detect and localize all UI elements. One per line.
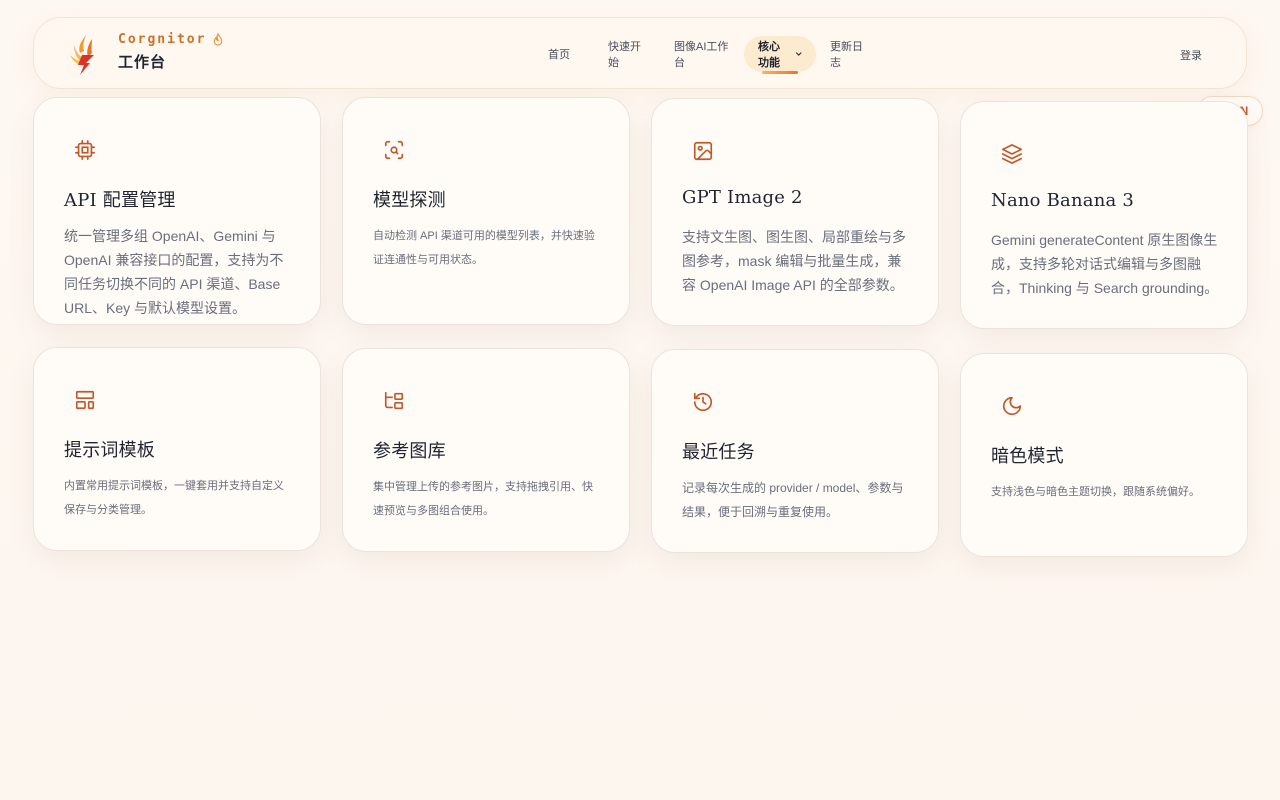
cpu-icon — [74, 139, 96, 161]
folder-tree-icon — [383, 390, 405, 412]
nav-item-home[interactable]: 首页 — [524, 36, 594, 72]
card-title: 最近任务 — [682, 442, 755, 463]
card-description: 支持浅色与暗色主题切换，跟随系统偏好。 — [991, 486, 1200, 498]
card-description: 记录每次生成的 provider / model、参数与结果，便于回溯与重复使用… — [682, 481, 904, 519]
card-description: 支持文生图、图生图、局部重绘与多图参考，mask 编辑与批量生成，兼容 Open… — [682, 229, 906, 293]
login-link[interactable]: 登录 — [1180, 47, 1202, 63]
card-description: 自动检测 API 渠道可用的模型列表，并快速验证连通性与可用状态。 — [373, 230, 595, 266]
card-title: API 配置管理 — [64, 190, 176, 211]
nav-item-features[interactable]: 核心功能 — [744, 36, 816, 74]
top-navbar: Corgnitor 工作台 首页 快速开始 图像AI工作台 核心功能 更新日志 … — [33, 17, 1247, 89]
brand-name: Corgnitor — [118, 32, 207, 47]
main-nav: 首页 快速开始 图像AI工作台 核心功能 更新日志 — [524, 36, 882, 74]
feature-card-model-probe[interactable]: 模型探测 自动检测 API 渠道可用的模型列表，并快速验证连通性与可用状态。 — [342, 97, 630, 325]
card-title: 参考图库 — [373, 441, 446, 462]
card-description: 内置常用提示词模板，一键套用并支持自定义保存与分类管理。 — [64, 480, 284, 516]
logo-flame-icon[interactable] — [68, 33, 96, 75]
feature-card-api-config[interactable]: API 配置管理 统一管理多组 OpenAI、Gemini 与 OpenAI 兼… — [33, 97, 321, 325]
feature-card-recent-tasks[interactable]: 最近任务 记录每次生成的 provider / model、参数与结果，便于回溯… — [651, 349, 939, 553]
layers-icon — [1001, 143, 1023, 165]
feature-card-reference-gallery[interactable]: 参考图库 集中管理上传的参考图片，支持拖拽引用、快速预览与多图组合使用。 — [342, 348, 630, 552]
history-icon — [692, 391, 714, 413]
card-title: 模型探测 — [373, 190, 446, 211]
moon-icon — [1001, 395, 1023, 417]
flame-icon — [214, 33, 223, 46]
chevron-down-icon — [795, 52, 802, 56]
card-title: 暗色模式 — [991, 446, 1064, 467]
brand: Corgnitor 工作台 — [118, 32, 224, 72]
nav-item-workbench[interactable]: 图像AI工作台 — [660, 36, 744, 72]
card-title: 提示词模板 — [64, 440, 155, 461]
image-icon — [692, 140, 714, 162]
layout-template-icon — [74, 389, 96, 411]
feature-card-dark-mode[interactable]: 暗色模式 支持浅色与暗色主题切换，跟随系统偏好。 — [960, 353, 1248, 557]
card-description: 集中管理上传的参考图片，支持拖拽引用、快速预览与多图组合使用。 — [373, 481, 593, 517]
feature-card-prompt-templates[interactable]: 提示词模板 内置常用提示词模板，一键套用并支持自定义保存与分类管理。 — [33, 347, 321, 551]
card-description: 统一管理多组 OpenAI、Gemini 与 OpenAI 兼容接口的配置，支持… — [64, 228, 284, 316]
nav-item-quickstart[interactable]: 快速开始 — [594, 36, 660, 72]
card-description: Gemini generateContent 原生图像生成，支持多轮对话式编辑与… — [991, 232, 1219, 296]
card-title: Nano Banana 3 — [991, 190, 1135, 211]
scan-search-icon — [383, 139, 405, 161]
feature-card-nano-banana[interactable]: Nano Banana 3 Gemini generateContent 原生图… — [960, 101, 1248, 329]
brand-subtitle: 工作台 — [118, 54, 167, 71]
card-title: GPT Image 2 — [682, 187, 803, 208]
nav-item-changelog[interactable]: 更新日志 — [816, 36, 882, 72]
feature-card-gpt-image[interactable]: GPT Image 2 支持文生图、图生图、局部重绘与多图参考，mask 编辑与… — [651, 98, 939, 326]
